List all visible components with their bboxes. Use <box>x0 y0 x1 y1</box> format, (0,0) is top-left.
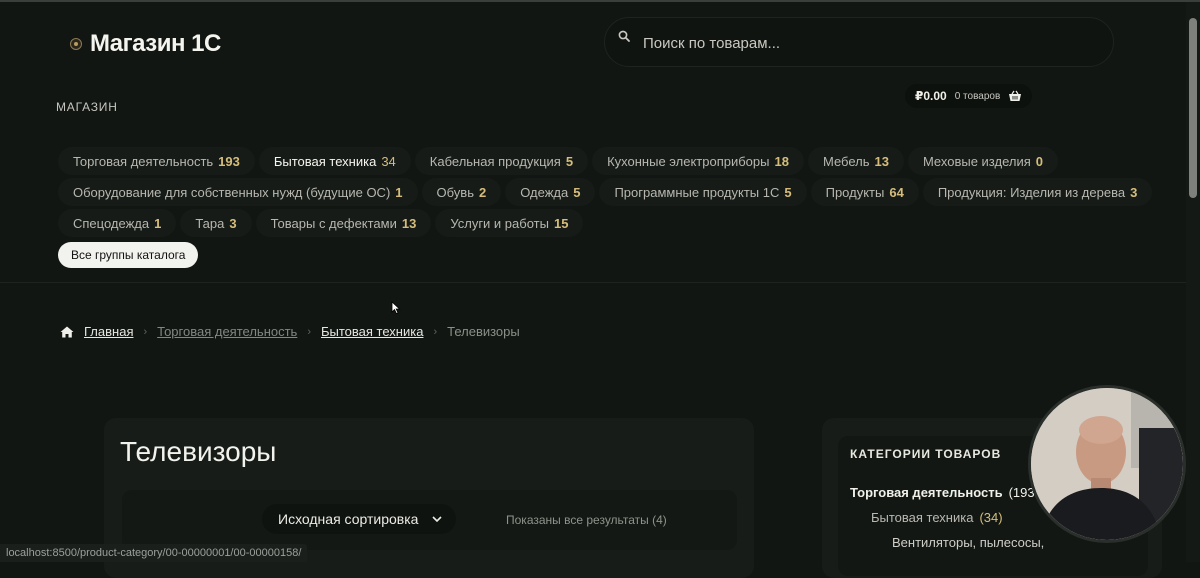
chip-count: 5 <box>565 153 574 169</box>
chip-count: 193 <box>218 153 240 169</box>
chip-count: 3 <box>229 215 237 231</box>
search-icon <box>618 30 630 42</box>
sort-toolbar: Исходная сортировка Показаны все результ… <box>122 490 737 550</box>
chip-count: 5 <box>784 184 792 200</box>
mouse-cursor-icon <box>391 301 401 315</box>
chip-label: Услуги и работы <box>450 215 549 231</box>
breadcrumb-trade[interactable]: Торговая деятельность <box>157 324 297 339</box>
window-top-border <box>0 0 1200 2</box>
chip-count: 3 <box>1130 184 1138 200</box>
sidebar-title: КАТЕГОРИИ ТОВАРОВ <box>850 447 1002 461</box>
sort-dropdown[interactable]: Исходная сортировка <box>262 504 457 534</box>
breadcrumb: Главная › Торговая деятельность › Бытова… <box>60 324 520 339</box>
sort-label: Исходная сортировка <box>278 511 419 527</box>
chevron-right-icon: › <box>433 325 438 338</box>
chip-label: Оборудование для собственных нужд (будущ… <box>73 184 391 200</box>
cart-summary[interactable]: ₽0.00 0 товаров <box>905 84 1033 108</box>
category-label: Торговая деятельность <box>850 485 1003 500</box>
chip-label: Тара <box>195 215 225 231</box>
status-bar-url: localhost:8500/product-category/00-00000… <box>0 544 308 562</box>
chip-count: 13 <box>874 153 889 169</box>
chip-row: Торговая деятельность 193 Бытовая техник… <box>58 147 1138 175</box>
sidebar-category-appliances[interactable]: Бытовая техника (34) <box>871 510 1003 525</box>
chip-cable[interactable]: Кабельная продукция 5 <box>414 147 589 175</box>
chip-services[interactable]: Услуги и работы 15 <box>435 209 584 237</box>
chip-label: Кухонные электроприборы <box>607 153 770 169</box>
chip-label: Кабельная продукция <box>429 153 561 169</box>
chip-label: Товары с дефектами <box>270 215 397 231</box>
chip-row: Спецодежда 1 Тара 3 Товары с дефектами 1… <box>58 209 1138 237</box>
chip-clothing[interactable]: Одежда 5 <box>505 178 596 206</box>
category-chip-list: Торговая деятельность 193 Бытовая техник… <box>58 147 1153 268</box>
chip-label: Продукты <box>825 184 885 200</box>
chip-count: 34 <box>381 153 396 169</box>
presenter-video-image <box>1031 388 1183 540</box>
category-count: (34) <box>979 510 1003 525</box>
sidebar-category-fans[interactable]: Вентиляторы, пылесосы, <box>892 535 1044 550</box>
page-title: Телевизоры <box>120 436 277 467</box>
chip-shoes[interactable]: Обувь 2 <box>421 178 502 206</box>
chip-label: Бытовая техника <box>273 153 377 169</box>
chip-furniture[interactable]: Мебель 13 <box>807 147 904 175</box>
chip-count: 1 <box>154 215 162 231</box>
breadcrumb-appliances[interactable]: Бытовая техника <box>321 324 423 339</box>
chip-count: 18 <box>774 153 789 169</box>
chip-label: Меховые изделия <box>922 153 1031 169</box>
chip-count: 13 <box>401 215 417 231</box>
sidebar-category-trade[interactable]: Торговая деятельность (193 <box>850 485 1035 500</box>
chip-food[interactable]: Продукты 64 <box>810 178 919 206</box>
chevron-right-icon: › <box>143 325 148 338</box>
chip-packaging[interactable]: Тара 3 <box>180 209 252 237</box>
breadcrumb-home[interactable]: Главная <box>84 324 133 339</box>
home-icon <box>60 326 74 337</box>
cart-count: 0 товаров <box>954 90 1001 102</box>
chip-count: 0 <box>1035 153 1043 169</box>
chip-label: Мебель <box>822 153 870 169</box>
chip-label: Спецодежда <box>73 215 150 231</box>
chip-label: Обувь <box>436 184 474 200</box>
chip-fur[interactable]: Меховые изделия 0 <box>907 147 1058 175</box>
cart-total: ₽0.00 <box>915 89 947 103</box>
chevron-right-icon: › <box>307 325 311 338</box>
chip-kitchen[interactable]: Кухонные электроприборы 18 <box>592 147 804 175</box>
chip-count: 2 <box>478 184 487 200</box>
category-label: Бытовая техника <box>871 510 974 525</box>
logo-text: Магазин 1С <box>90 30 221 57</box>
results-count: Показаны все результаты (4) <box>506 513 667 527</box>
chip-count: 5 <box>573 184 581 200</box>
search-input[interactable] <box>641 18 1065 68</box>
chip-equipment[interactable]: Оборудование для собственных нужд (будущ… <box>58 178 418 206</box>
chip-software[interactable]: Программные продукты 1С 5 <box>599 178 807 206</box>
chip-label: Одежда <box>520 184 569 200</box>
chip-wood[interactable]: Продукция: Изделия из дерева 3 <box>922 178 1153 206</box>
chip-appliances[interactable]: Бытовая техника 34 <box>258 147 411 175</box>
page-scrollbar[interactable] <box>1186 2 1200 562</box>
breadcrumb-current: Телевизоры <box>447 324 520 339</box>
chip-workwear[interactable]: Спецодежда 1 <box>58 209 177 237</box>
chip-label: Программные продукты 1С <box>614 184 780 200</box>
search-bar <box>604 17 1114 68</box>
chevron-down-icon <box>432 516 443 522</box>
logo-dot-icon <box>70 38 82 50</box>
chip-row: Оборудование для собственных нужд (будущ… <box>58 178 1153 206</box>
scrollbar-thumb[interactable] <box>1189 18 1197 198</box>
category-label: Вентиляторы, пылесосы, <box>892 535 1045 550</box>
chip-count: 64 <box>889 184 904 200</box>
chip-defects[interactable]: Товары с дефектами 13 <box>255 209 432 237</box>
chip-label: Продукция: Изделия из дерева <box>937 184 1126 200</box>
site-logo[interactable]: Магазин 1С <box>70 30 221 58</box>
all-groups-button[interactable]: Все группы каталога <box>58 242 199 268</box>
chip-count: 15 <box>553 215 569 231</box>
basket-icon <box>1009 90 1022 101</box>
chip-count: 1 <box>395 184 403 200</box>
nav-shop-link[interactable]: МАГАЗИН <box>56 100 118 114</box>
chip-label: Торговая деятельность <box>73 153 214 169</box>
chip-trade[interactable]: Торговая деятельность 193 <box>58 147 255 175</box>
header-divider <box>0 282 1186 283</box>
webcam-overlay <box>1028 385 1186 543</box>
